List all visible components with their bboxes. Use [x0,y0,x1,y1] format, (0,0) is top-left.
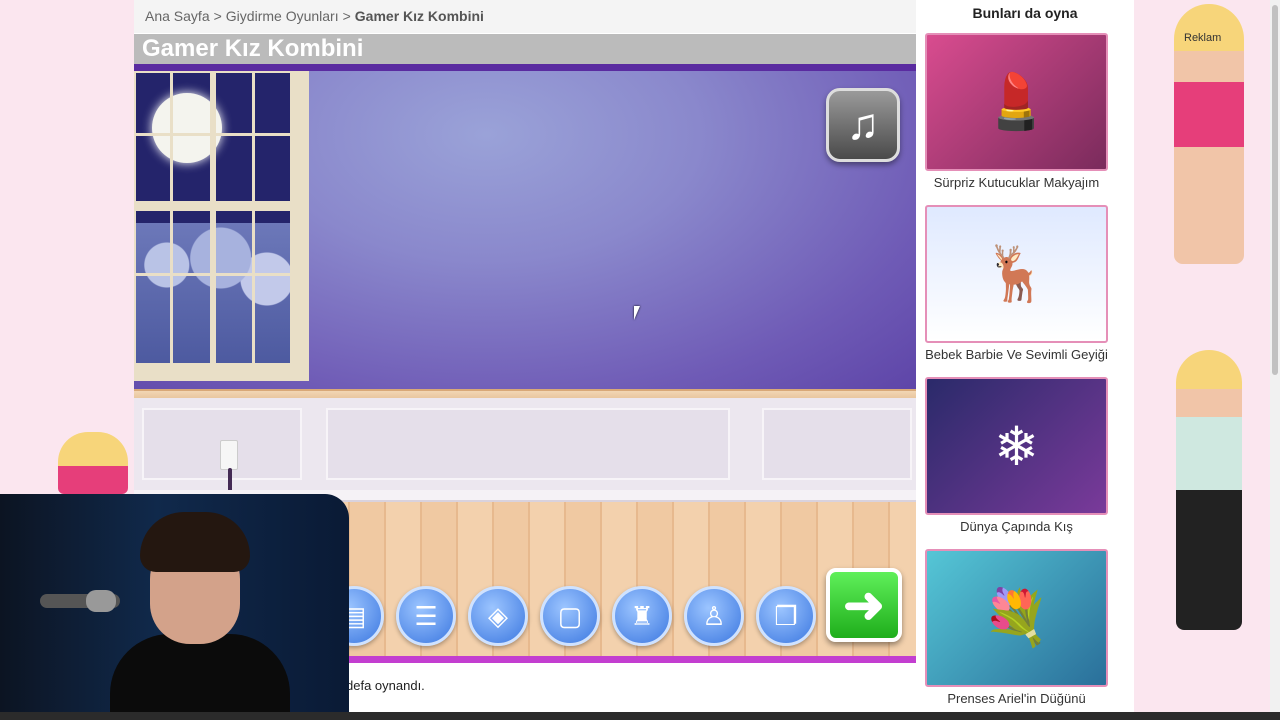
wall-panel [326,408,730,480]
window-mullion [252,73,255,363]
game-thumbnail[interactable]: 💄 [925,33,1108,171]
window-mullion [136,273,290,276]
chair-icon[interactable]: ♜ [612,586,672,646]
game-card[interactable]: 💄 Sürpriz Kutucuklar Makyajım [925,33,1108,190]
snowflake-icon: ❄ [993,416,1040,477]
breadcrumb-home-link[interactable]: Ana Sayfa [145,8,210,24]
page-scrollbar[interactable] [1270,0,1280,712]
wall-trim [134,389,916,398]
window-mullion [136,133,290,136]
game-top-strip [134,64,916,71]
sidebar-heading: Bunları da oyna [972,5,1078,21]
streamer-hair [140,512,250,572]
mouse-cursor-icon [634,306,640,320]
cabinet-icon[interactable]: ☰ [396,586,456,646]
game-card-title[interactable]: Sürpriz Kutucuklar Makyajım [925,175,1108,190]
game-card-title[interactable]: Prenses Ariel'in Düğünü [925,691,1108,706]
game-card[interactable]: 💐 Prenses Ariel'in Düğünü [925,549,1108,706]
ad-banner[interactable]: Reklam [1134,0,1270,712]
night-sky [136,73,290,363]
game-card[interactable]: ❄ Dünya Çapında Kış [925,377,1108,534]
rug-icon[interactable]: ◈ [468,586,528,646]
microphone-icon [86,590,116,612]
music-toggle-button[interactable]: ♫ [826,88,900,162]
reindeer-icon: 🦌 [982,243,1051,304]
game-thumbnail[interactable]: 💐 [925,549,1108,687]
page-title: Gamer Kız Kombini [134,34,916,64]
breadcrumb-category-link[interactable]: Giydirme Oyunları [226,8,339,24]
lamp-icon[interactable]: ♙ [684,586,744,646]
game-thumbnail[interactable]: ❄ [925,377,1108,515]
related-games-sidebar: Bunları da oyna 💄 Sürpriz Kutucuklar Mak… [916,0,1134,712]
breadcrumb-separator: > [213,8,222,24]
game-thumbnail[interactable]: 🦌 [925,205,1108,343]
poster-icon[interactable]: ❐ [756,586,816,646]
game-card[interactable]: 🦌 Bebek Barbie Ve Sevimli Geyiği [925,205,1108,362]
streamer-body [110,634,290,720]
taskbar-strip [0,712,1280,720]
breadcrumb-current: Gamer Kız Kombini [354,8,484,24]
window-sash [210,73,216,363]
power-outlet-icon [220,440,238,470]
ad-label: Reklam [1184,32,1222,44]
makeup-icon: 💄 [982,71,1051,132]
game-card-title[interactable]: Bebek Barbie Ve Sevimli Geyiği [925,347,1108,362]
wall-panel [762,408,912,480]
wainscot [134,398,916,490]
window-mullion [170,73,173,363]
breadcrumb: Ana Sayfa > Giydirme Oyunları > Gamer Kız Ko… [134,0,916,33]
breadcrumb-separator: > [342,8,351,24]
arrow-right-icon: ➜ [843,577,885,633]
bouquet-icon: 💐 [982,587,1051,648]
music-note-icon: ♫ [846,100,880,149]
play-count-text: defa oynandı. [346,678,425,693]
ad-figure-scientist [1176,350,1242,630]
webcam-overlay [0,494,349,720]
decorative-figure [58,432,128,494]
room-window [134,71,309,381]
frame-icon[interactable]: ▢ [540,586,600,646]
game-card-title[interactable]: Dünya Çapında Kış [925,519,1108,534]
next-button[interactable]: ➜ [826,568,902,642]
furniture-toolbar: ▤ ☰ ◈ ▢ ♜ ♙ ❐ [324,586,816,650]
scrollbar-thumb[interactable] [1272,5,1278,375]
